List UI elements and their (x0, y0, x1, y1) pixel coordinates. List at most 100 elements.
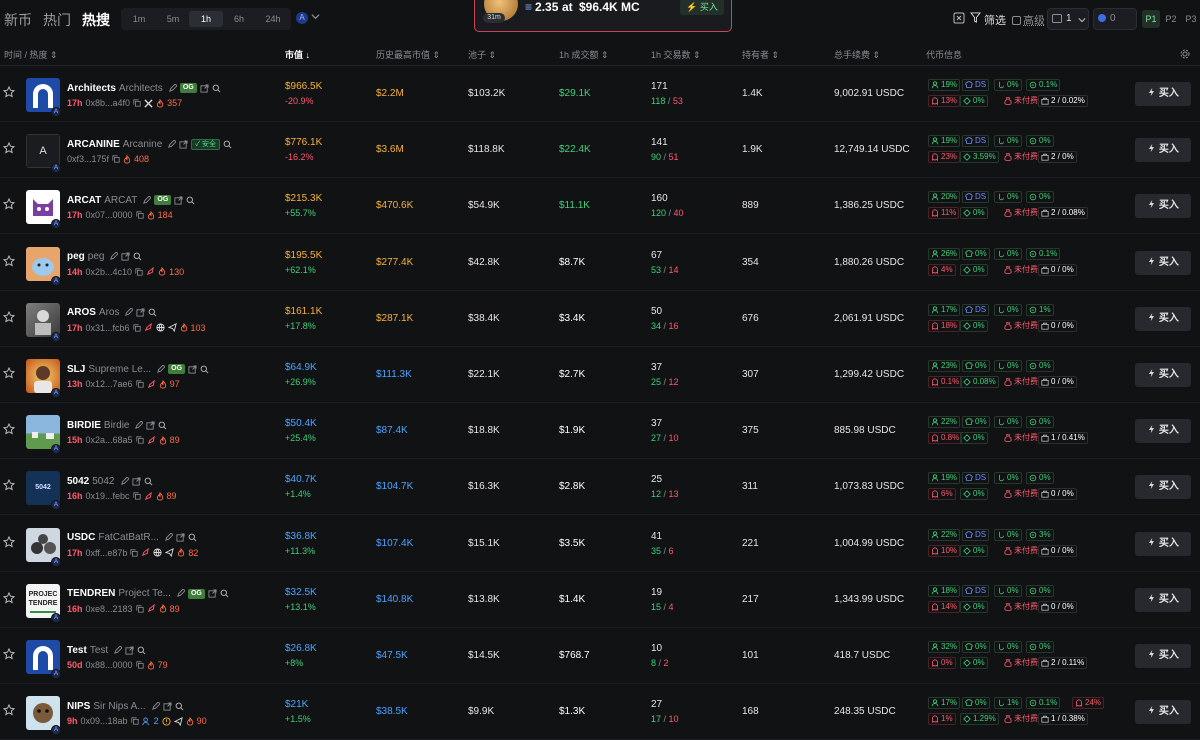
token-symbol[interactable]: peg (67, 251, 85, 262)
edit-icon[interactable] (168, 83, 177, 93)
table-row[interactable]: A BIRDIE Birdie 15h 0x2a...68a5 89 $50.4… (0, 403, 1200, 460)
search-icon[interactable] (223, 140, 232, 149)
table-row[interactable]: A Test Test 50d 0x88...0000 79 $26.8K +8… (0, 628, 1200, 684)
share-icon[interactable] (163, 702, 172, 711)
token-address[interactable]: 0x2b...4c10 (86, 267, 133, 277)
buy-button[interactable]: 买入 (1135, 531, 1191, 556)
search-icon[interactable] (188, 533, 197, 542)
favorite-star-icon[interactable] (3, 198, 15, 210)
table-row[interactable]: PROJEC TENDRE A TENDREN Project Te... OG … (0, 572, 1200, 628)
filter-icon[interactable] (970, 12, 981, 23)
share-icon[interactable] (200, 83, 209, 93)
share-icon[interactable] (174, 196, 183, 205)
buy-button[interactable]: 买入 (1135, 644, 1191, 668)
edit-icon[interactable] (124, 308, 134, 317)
tab-trending[interactable]: 热搜 (82, 10, 110, 30)
favorite-star-icon[interactable] (3, 310, 15, 323)
col-fees[interactable]: 总手续费 ⇕ (834, 48, 880, 61)
search-icon[interactable] (144, 477, 153, 486)
share-icon[interactable] (121, 252, 131, 261)
favorite-star-icon[interactable] (3, 254, 15, 267)
token-address[interactable]: 0xe8...2183 (86, 604, 133, 614)
buy-button[interactable]: 买入 (1135, 306, 1191, 331)
search-icon[interactable] (133, 252, 142, 261)
rocket-icon[interactable] (147, 379, 156, 389)
edit-icon[interactable] (156, 364, 166, 374)
buy-button[interactable]: 买入 (1135, 194, 1191, 219)
token-address[interactable]: 0x88...0000 (86, 660, 133, 670)
edit-icon[interactable] (164, 533, 173, 542)
edit-icon[interactable] (167, 139, 177, 149)
trade-notification[interactable]: 31m ≡ 2.35 at $96.4K MC ⚡ 买入 (474, 0, 732, 32)
col-ath[interactable]: 历史最高市值 ⇕ (376, 48, 440, 61)
table-row[interactable]: A AROS Aros 17h 0x31...fcb6 103 $161.1K … (0, 291, 1200, 347)
buy-button[interactable]: 买入 (1135, 475, 1191, 500)
token-symbol[interactable]: Test (67, 645, 87, 656)
token-symbol[interactable]: NIPS (67, 701, 90, 712)
rocket-icon[interactable] (146, 267, 155, 276)
buy-button[interactable]: 买入 (1135, 587, 1191, 612)
timeframe-6h[interactable]: 6h (222, 11, 256, 27)
globe-icon[interactable] (153, 548, 162, 557)
token-address[interactable]: 0xf3...175f (67, 154, 109, 164)
share-icon[interactable] (136, 308, 146, 317)
rocket-icon[interactable] (147, 604, 156, 613)
rocket-icon[interactable] (144, 323, 153, 332)
edit-icon[interactable] (120, 476, 129, 486)
settings-icon[interactable] (1180, 49, 1190, 59)
sol-amount-input[interactable]: 0 (1093, 8, 1137, 30)
filter-button[interactable]: 筛选 (984, 12, 1006, 28)
copy-icon[interactable] (135, 605, 144, 613)
token-symbol[interactable]: BIRDIE (67, 420, 101, 431)
token-address[interactable]: 0x12...7ae6 (86, 379, 133, 389)
buy-button[interactable]: 买入 (1135, 700, 1191, 725)
share-icon[interactable] (179, 140, 188, 149)
token-symbol[interactable]: SLJ (67, 364, 85, 375)
edit-icon[interactable] (151, 701, 160, 711)
share-icon[interactable] (146, 421, 156, 430)
chain-selector[interactable]: A (296, 12, 322, 26)
advanced-toggle[interactable]: 高级 (1012, 12, 1045, 28)
table-row[interactable]: A NIPS Sir Nips A... 9h 0x09...18ab 2 90… (0, 684, 1200, 740)
table-row[interactable]: 5042 A 5042 5042 16h 0x19...febc 89 $40.… (0, 459, 1200, 516)
token-address[interactable]: 0x2a...68a5 (86, 435, 133, 445)
quantity-selector[interactable]: 1 (1047, 8, 1089, 30)
share-icon[interactable] (131, 477, 141, 486)
copy-icon[interactable] (130, 717, 139, 725)
token-address[interactable]: 0x09...18ab (81, 716, 128, 726)
share-icon[interactable] (208, 589, 217, 598)
share-icon[interactable] (125, 645, 134, 655)
copy-icon[interactable] (130, 548, 138, 557)
search-icon[interactable] (212, 84, 221, 93)
token-symbol[interactable]: AROS (67, 307, 96, 318)
token-address[interactable]: 0xff...e87b (86, 548, 128, 558)
preset-p2[interactable]: P2 (1162, 10, 1180, 28)
col-holders[interactable]: 持有者 ⇕ (742, 48, 779, 61)
telegram-icon[interactable] (173, 716, 183, 726)
popup-buy-button[interactable]: ⚡ 买入 (680, 0, 724, 15)
warning-icon[interactable] (162, 717, 171, 726)
token-symbol[interactable]: USDC (67, 532, 95, 543)
token-symbol[interactable]: ARCANINE (67, 139, 120, 150)
favorite-star-icon[interactable] (3, 535, 15, 548)
favorite-star-icon[interactable] (3, 86, 15, 98)
search-icon[interactable] (200, 365, 209, 374)
rocket-icon[interactable] (141, 548, 150, 557)
telegram-icon[interactable] (165, 548, 175, 558)
copy-icon[interactable] (135, 380, 144, 388)
preset-p1[interactable]: P1 (1142, 10, 1160, 28)
globe-icon[interactable] (155, 323, 165, 332)
copy-icon[interactable] (112, 155, 120, 163)
search-icon[interactable] (220, 589, 229, 598)
table-row[interactable]: A peg peg 14h 0x2b...4c10 130 $195.5K +6… (0, 235, 1200, 291)
buy-button[interactable]: 买入 (1135, 419, 1191, 444)
telegram-icon[interactable] (167, 323, 177, 333)
favorite-star-icon[interactable] (3, 367, 15, 379)
favorite-star-icon[interactable] (3, 648, 15, 660)
favorite-star-icon[interactable] (3, 423, 15, 435)
favorite-star-icon[interactable] (3, 704, 15, 716)
edit-icon[interactable] (134, 420, 144, 430)
favorite-star-icon[interactable] (3, 142, 15, 154)
search-icon[interactable] (137, 646, 146, 655)
token-address[interactable]: 0x31...fcb6 (86, 323, 130, 333)
